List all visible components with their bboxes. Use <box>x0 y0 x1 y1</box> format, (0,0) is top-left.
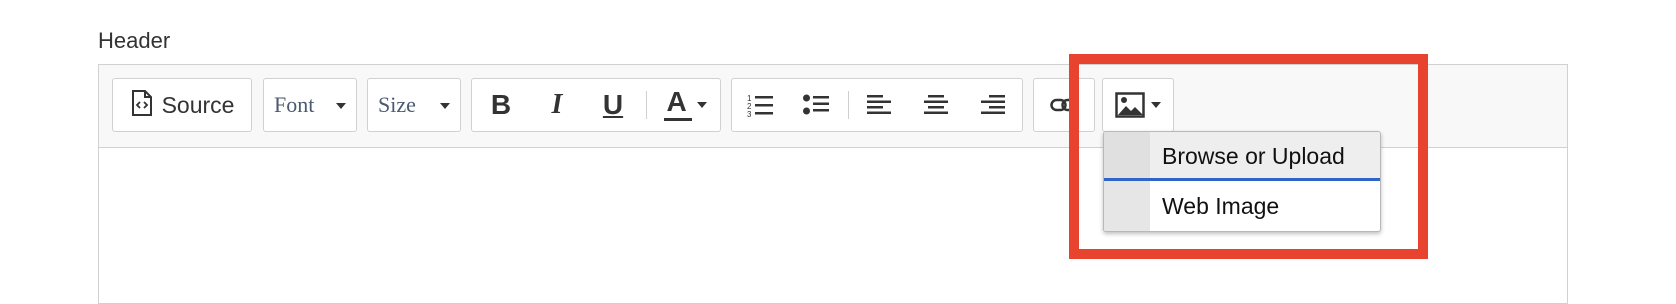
svg-text:3: 3 <box>747 110 752 117</box>
align-right-button[interactable] <box>970 79 1014 131</box>
toolbar-separator <box>646 91 647 119</box>
menu-item-browse-or-upload[interactable]: Browse or Upload <box>1104 132 1380 181</box>
link-button[interactable] <box>1034 79 1094 131</box>
text-color-button[interactable]: A <box>656 79 714 131</box>
toolbar-separator <box>848 91 849 119</box>
menu-item-web-image[interactable]: Web Image <box>1104 182 1380 231</box>
menu-item-label: Web Image <box>1162 193 1280 219</box>
text-color-icon: A <box>663 86 692 122</box>
numbered-list-icon: 1 2 3 <box>747 94 773 117</box>
size-combo-label: Size <box>378 92 416 117</box>
align-center-button[interactable] <box>914 79 958 131</box>
bulleted-list-icon <box>803 94 829 115</box>
menu-item-gutter <box>1104 132 1150 178</box>
image-button[interactable] <box>1103 79 1173 131</box>
source-button-label: Source <box>161 91 235 118</box>
size-combo[interactable]: Size <box>367 78 461 132</box>
image-dropdown-menu: Browse or Upload Web Image <box>1103 131 1381 232</box>
color-bar <box>663 118 692 121</box>
menu-item-label: Browse or Upload <box>1162 143 1345 169</box>
chevron-down-icon <box>1151 102 1161 108</box>
align-center-icon <box>924 95 948 114</box>
paragraph-group: 1 2 3 <box>731 78 1023 132</box>
chevron-down-icon <box>696 102 707 108</box>
text-color-glyph: A <box>666 86 687 117</box>
italic-icon: I <box>551 89 563 120</box>
font-combo-label: Font <box>274 92 315 117</box>
link-icon <box>1050 98 1078 112</box>
align-left-icon <box>867 95 891 114</box>
chevron-down-icon <box>336 103 346 109</box>
numbered-list-button[interactable]: 1 2 3 <box>738 79 782 131</box>
field-label-header: Header <box>98 28 171 53</box>
align-left-button[interactable] <box>858 79 902 131</box>
basic-styles-group: B I U A <box>471 78 721 132</box>
underline-button[interactable]: U <box>592 79 634 131</box>
align-right-icon <box>981 95 1005 114</box>
link-group <box>1033 78 1095 132</box>
image-icon <box>1115 92 1145 118</box>
bold-button[interactable]: B <box>480 79 522 131</box>
image-group <box>1102 78 1174 132</box>
font-combo[interactable]: Font <box>263 78 357 132</box>
chevron-down-icon <box>440 103 450 109</box>
source-group: Source <box>112 78 252 132</box>
bulleted-list-button[interactable] <box>794 79 838 131</box>
source-file-icon <box>130 89 154 122</box>
bold-icon: B <box>490 89 512 120</box>
source-button[interactable]: Source <box>113 79 251 131</box>
italic-button[interactable]: I <box>536 79 578 131</box>
underline-icon: U <box>602 89 624 120</box>
